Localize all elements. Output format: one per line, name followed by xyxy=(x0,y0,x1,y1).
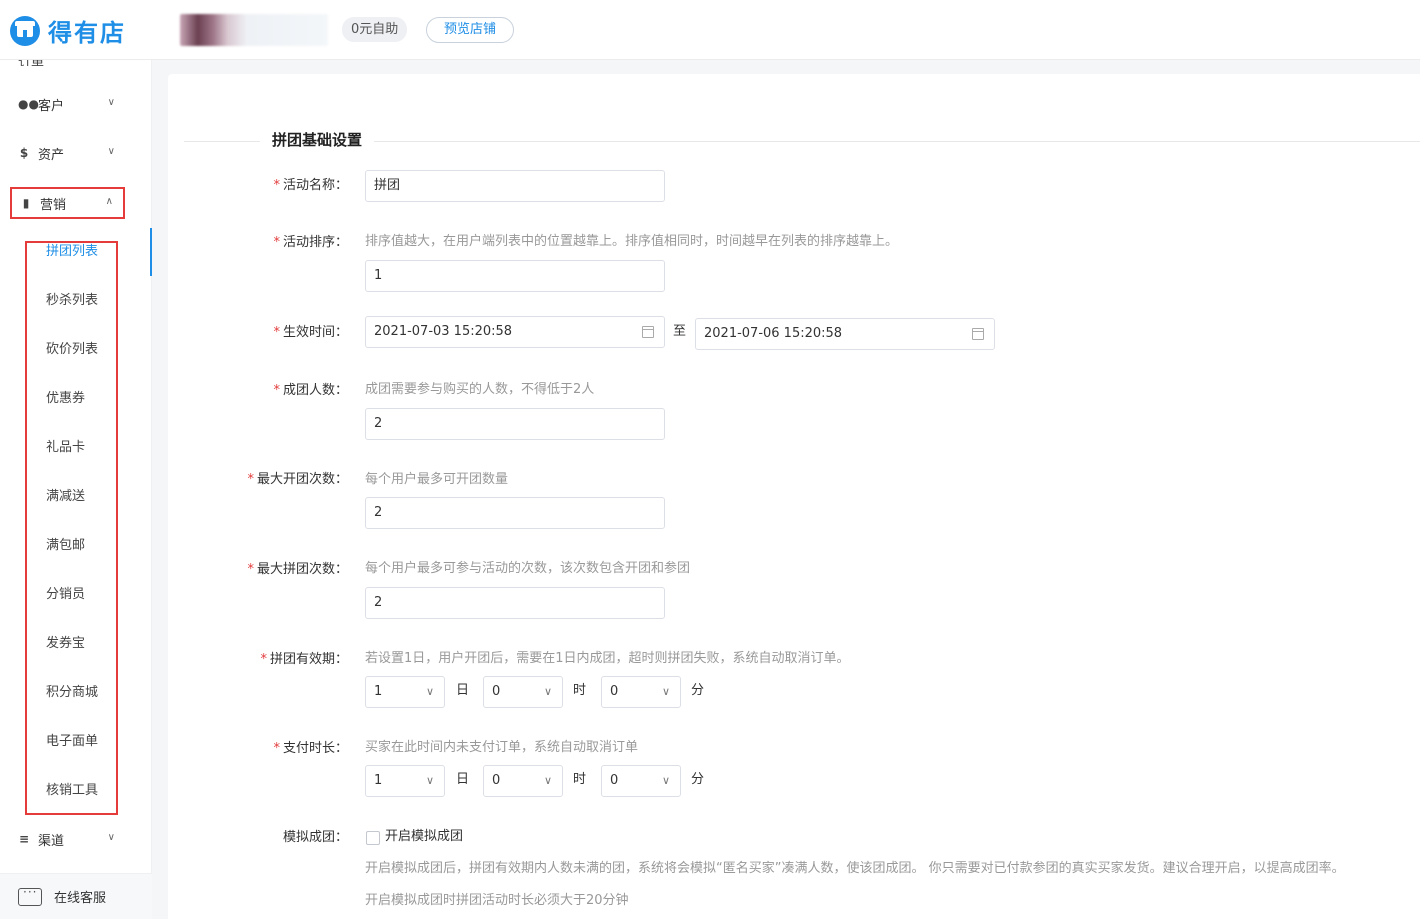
sidebar-item-orders[interactable]: 订单 xyxy=(18,60,78,66)
users-icon: ●● xyxy=(18,97,39,111)
max-open-input[interactable]: 2 xyxy=(365,497,665,529)
effective-time-label: * 生效时间： xyxy=(273,325,348,340)
group-size-input[interactable]: 2 xyxy=(365,408,665,440)
simulate-label: 模拟成团： xyxy=(282,830,348,845)
dollar-icon: $ xyxy=(19,146,29,160)
logo-text: 得有店 xyxy=(48,19,126,47)
hour-unit: 时 xyxy=(573,683,587,698)
submenu-bargain-list[interactable]: 砍价列表 xyxy=(46,340,98,360)
chevron-down-icon: ∨ xyxy=(107,146,115,157)
calendar-icon xyxy=(642,326,654,338)
pay-day-select[interactable]: 1 ∨ xyxy=(365,765,445,797)
layers-icon: ≡ xyxy=(18,832,30,846)
max-join-label: * 最大拼团次数： xyxy=(247,562,348,577)
max-join-input[interactable]: 2 xyxy=(365,587,665,619)
submenu-distributor[interactable]: 分销员 xyxy=(46,585,85,605)
sidebar-item-channels[interactable]: ≡ 渠道 ∨ xyxy=(10,823,125,855)
submenu-free-shipping[interactable]: 满包邮 xyxy=(46,536,85,556)
calendar-icon xyxy=(972,328,984,340)
chevron-down-icon: ∨ xyxy=(543,685,552,698)
chevron-down-icon: ∨ xyxy=(425,685,434,698)
marketing-submenu-highlight xyxy=(25,241,118,815)
sidebar-item-label: 营销 xyxy=(40,197,67,213)
pay-minute-select[interactable]: 0 ∨ xyxy=(601,765,681,797)
plan-badge: 0元自助 xyxy=(342,17,408,42)
pay-time-label: * 支付时长： xyxy=(273,741,348,756)
active-indicator xyxy=(150,228,152,276)
submenu-flash-sale-list[interactable]: 秒杀列表 xyxy=(46,291,98,311)
top-header: 得有店 0元自助 预览店铺 xyxy=(0,0,1420,60)
preview-shop-button[interactable]: 预览店铺 xyxy=(426,17,514,43)
section-title: 拼团基础设置 xyxy=(260,129,375,150)
activity-sort-label: * 活动排序： xyxy=(273,235,348,250)
group-size-hint: 成团需要参与购买的人数，不得低于2人 xyxy=(365,382,595,397)
end-time-picker[interactable]: 2021-07-06 15:20:58 xyxy=(695,318,995,350)
chevron-down-icon: ∨ xyxy=(425,774,434,787)
pay-time-hint: 买家在此时间内未支付订单，系统自动取消订单 xyxy=(365,740,639,755)
hour-unit: 时 xyxy=(573,772,587,787)
validity-minute-select[interactable]: 0 ∨ xyxy=(601,676,681,708)
submenu-points-mall[interactable]: 积分商城 xyxy=(46,683,98,703)
day-unit: 日 xyxy=(456,772,470,787)
validity-day-select[interactable]: 1 ∨ xyxy=(365,676,445,708)
chevron-down-icon: ∨ xyxy=(661,685,670,698)
submenu-group-buy-list[interactable]: 拼团列表 xyxy=(46,242,98,262)
simulate-note: 开启模拟成团后，拼团有效期内人数未满的团，系统将会模拟“匿名买家”凑满人数，使该… xyxy=(365,861,1345,876)
sidebar-item-assets[interactable]: $ 资产 ∨ xyxy=(10,137,125,169)
sidebar-item-customers[interactable]: ●● 客户 ∨ xyxy=(10,88,125,120)
bar-chart-icon: ▮ xyxy=(22,196,30,210)
minute-unit: 分 xyxy=(691,772,705,787)
main-content: 拼团基础设置 * 活动名称： 拼团 * 活动排序： 排序值越大，在用户端列表中的位置… xyxy=(168,74,1420,919)
chevron-down-icon: ∨ xyxy=(107,832,115,843)
chevron-up-icon: ∧ xyxy=(105,196,113,207)
start-time-picker[interactable]: 2021-07-03 15:20:58 xyxy=(365,316,665,348)
sidebar-item-label: 渠道 xyxy=(38,833,65,849)
max-open-label: * 最大开团次数： xyxy=(247,472,348,487)
max-join-hint: 每个用户最多可参与活动的次数，该次数包含开团和参团 xyxy=(365,561,691,576)
submenu-coupon-sender[interactable]: 发券宝 xyxy=(46,634,85,654)
logo[interactable]: 得有店 xyxy=(10,13,126,48)
submenu-verification-tool[interactable]: 核销工具 xyxy=(46,781,98,801)
day-unit: 日 xyxy=(456,683,470,698)
range-separator: 至 xyxy=(673,324,687,339)
minute-unit: 分 xyxy=(691,683,705,698)
chevron-down-icon: ∨ xyxy=(661,774,670,787)
validity-hour-select[interactable]: 0 ∨ xyxy=(483,676,563,708)
activity-sort-input[interactable]: 1 xyxy=(365,260,665,292)
simulate-checkbox[interactable] xyxy=(366,831,380,845)
validity-label: * 拼团有效期： xyxy=(260,652,348,667)
validity-hint: 若设置1日，用户开团后，需要在1日内成团，超时则拼团失败，系统自动取消订单。 xyxy=(365,651,850,666)
submenu-full-reduction[interactable]: 满减送 xyxy=(46,487,85,507)
group-size-label: * 成团人数： xyxy=(273,383,348,398)
sidebar-item-label: 资产 xyxy=(38,147,65,163)
activity-name-label: * 活动名称： xyxy=(273,178,348,193)
simulate-duration-note: 开启模拟成团时拼团活动时长必须大于20分钟 xyxy=(365,893,629,908)
shop-avatar-blurred xyxy=(180,14,328,46)
sidebar: 订单 ●● 客户 ∨ $ 资产 ∨ ▮ 营销 ∧ 拼团列表 秒杀列表 砍价列表 … xyxy=(0,60,152,919)
simulate-checkbox-label[interactable]: 开启模拟成团 xyxy=(385,827,463,847)
online-support-label: 在线客服 xyxy=(54,891,107,906)
pay-hour-select[interactable]: 0 ∨ xyxy=(483,765,563,797)
max-open-hint: 每个用户最多可开团数量 xyxy=(365,472,509,487)
submenu-gift-card[interactable]: 礼品卡 xyxy=(46,438,85,458)
submenu-coupons[interactable]: 优惠券 xyxy=(46,389,85,409)
chevron-down-icon: ∨ xyxy=(107,97,115,108)
submenu-e-waybill[interactable]: 电子面单 xyxy=(46,732,98,752)
chevron-down-icon: ∨ xyxy=(543,774,552,787)
sidebar-item-label: 客户 xyxy=(38,98,65,114)
sidebar-item-marketing[interactable]: ▮ 营销 ∧ xyxy=(10,187,125,219)
activity-sort-hint: 排序值越大，在用户端列表中的位置越靠上。排序值相同时，时间越早在列表的排序越靠上… xyxy=(365,234,899,249)
chat-icon xyxy=(18,885,42,906)
online-support-button[interactable]: 在线客服 xyxy=(0,873,152,919)
shop-logo-icon xyxy=(10,15,40,46)
activity-name-input[interactable]: 拼团 xyxy=(365,170,665,202)
